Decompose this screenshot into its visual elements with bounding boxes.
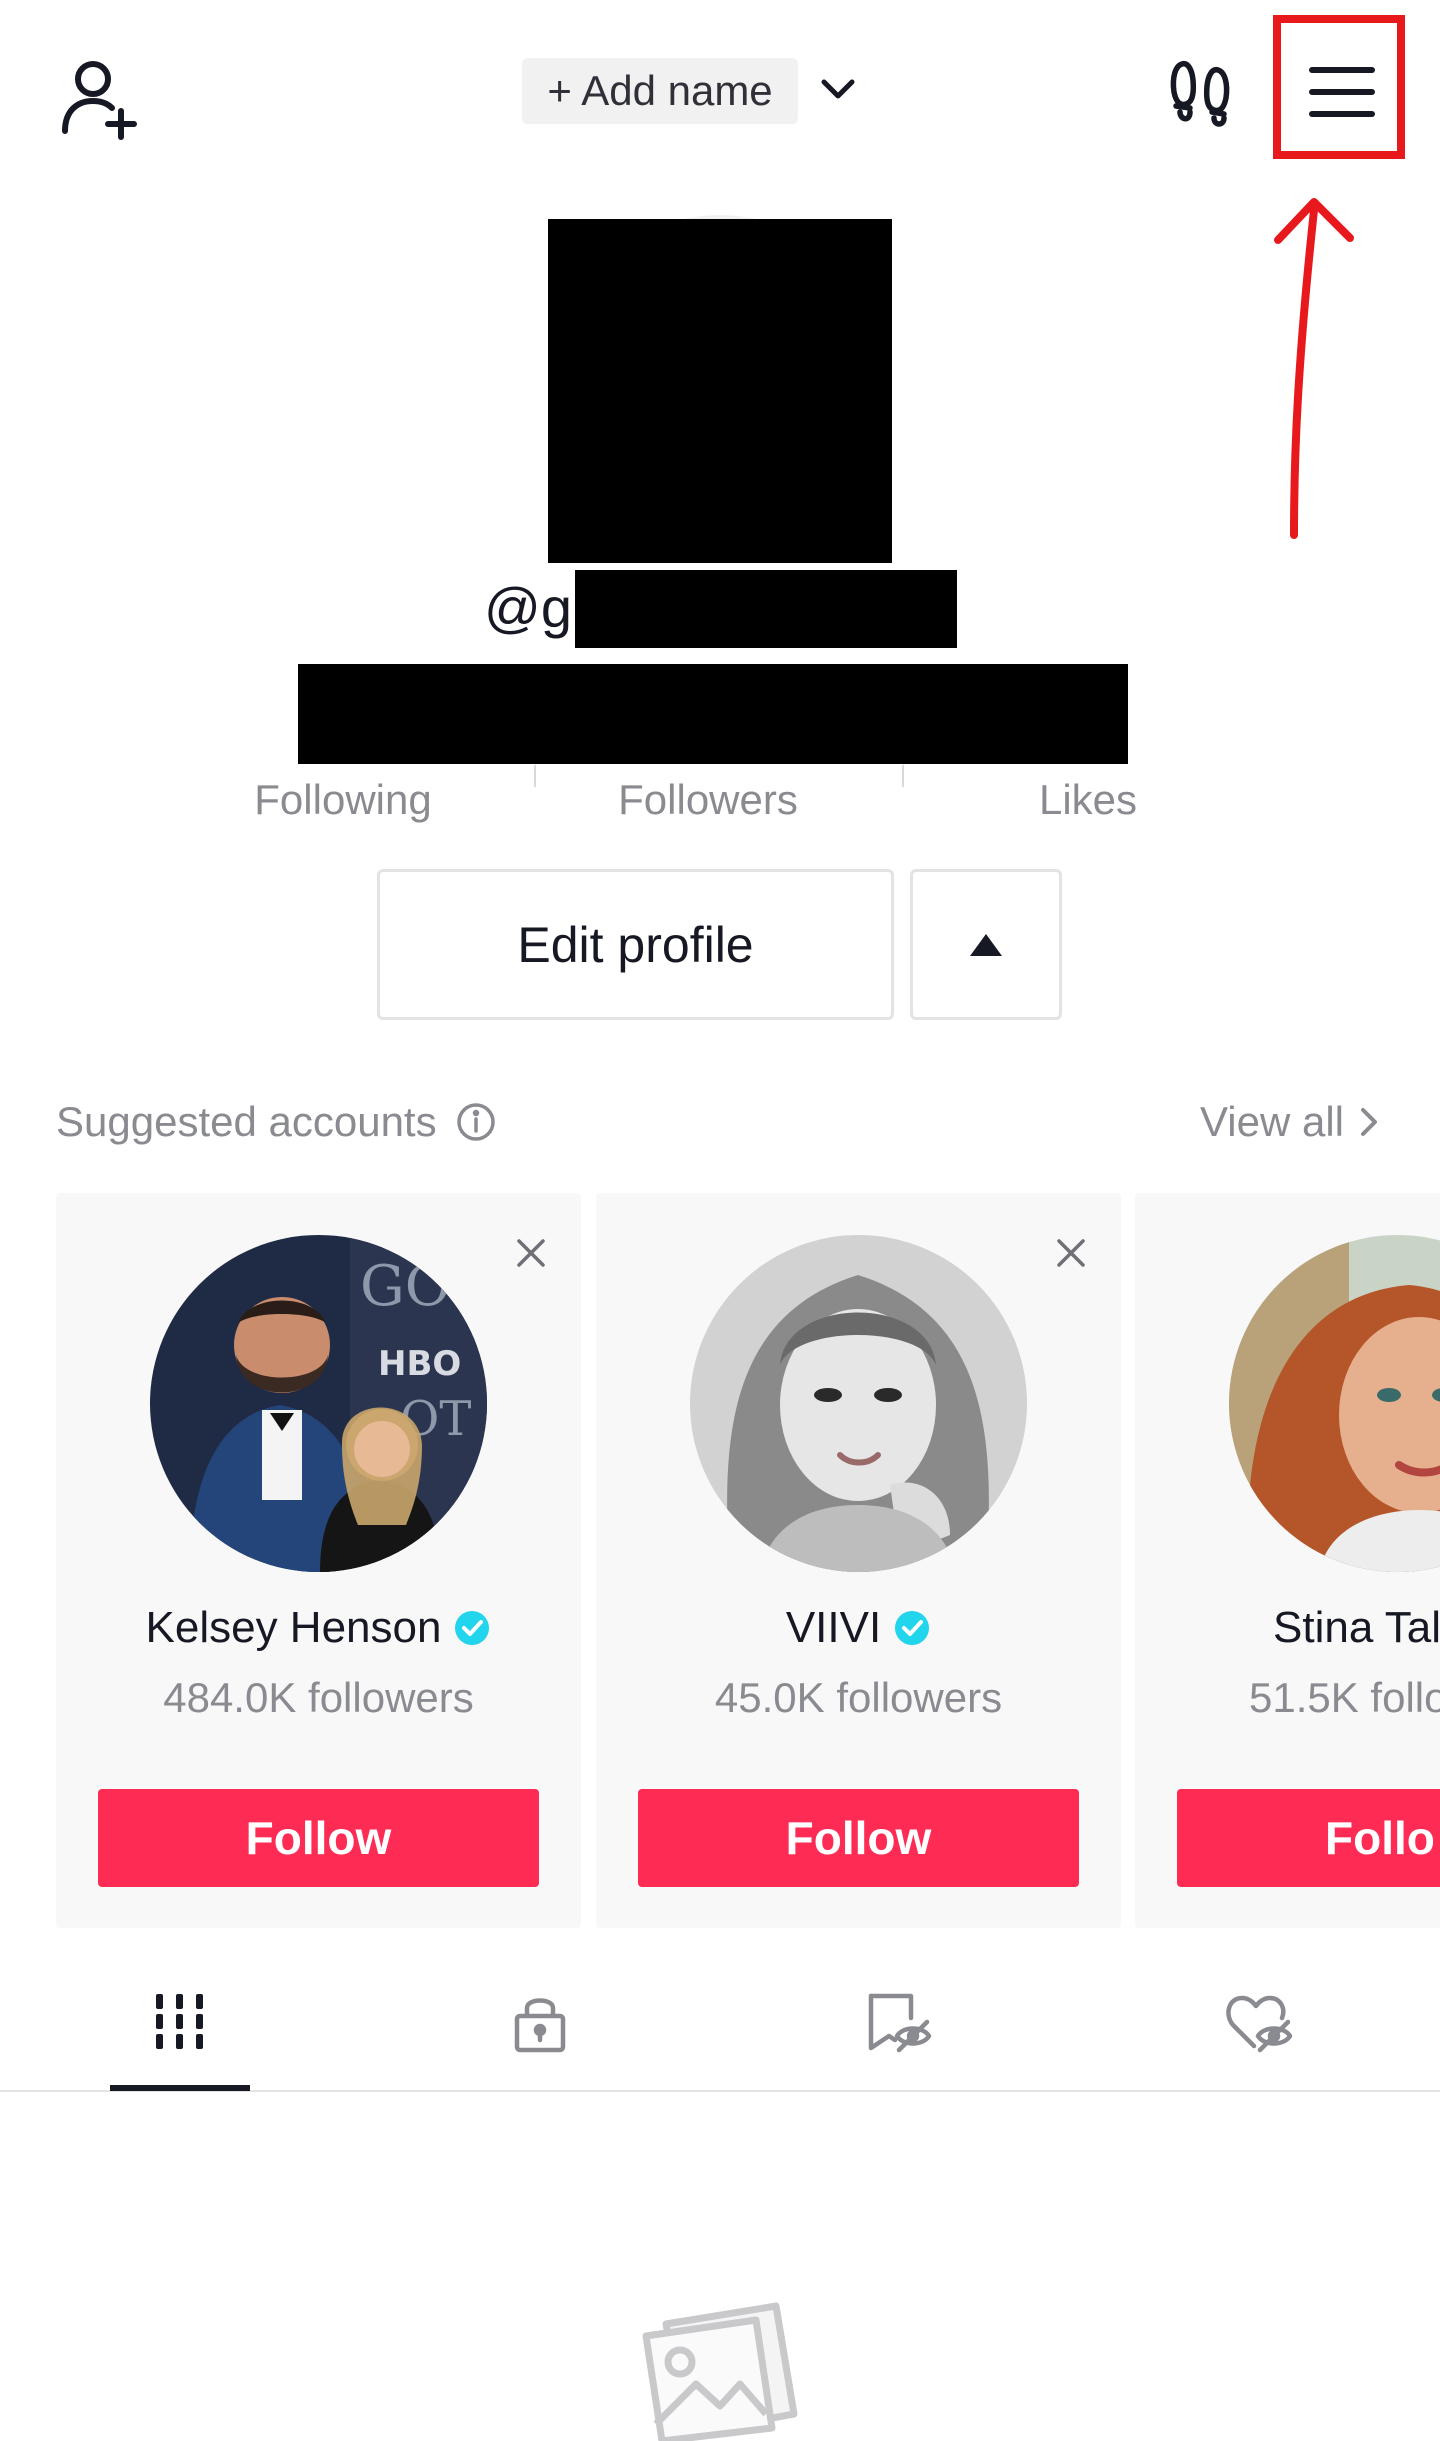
tab-private[interactable] (470, 1982, 610, 2062)
empty-gallery-icon (642, 2302, 798, 2441)
footprint-icon[interactable] (1160, 50, 1244, 134)
edit-profile-button[interactable]: Edit profile (377, 869, 894, 1020)
chevron-right-icon (1361, 1108, 1377, 1136)
verified-badge-icon (455, 1611, 490, 1645)
divider (902, 765, 904, 787)
divider (534, 765, 536, 787)
account-followers: 484.0K followers (163, 1674, 474, 1721)
tab-videos[interactable] (110, 1982, 250, 2062)
account-photo[interactable] (1229, 1235, 1440, 1572)
suggested-toggle-button[interactable] (910, 869, 1062, 1020)
add-name-label: + Add name (547, 67, 773, 114)
annotation-arrow (1274, 198, 1354, 539)
account-name-row: Kelsey Henson (56, 1593, 581, 1663)
add-user-icon[interactable] (48, 48, 148, 148)
suggested-account-card[interactable]: GO HBO OT Kelsey Henson 484.0K followers… (56, 1193, 581, 1928)
account-name-row: Stina Tal (1135, 1593, 1440, 1663)
account-name: Stina Tal (1273, 1603, 1440, 1652)
account-name-row: VIIVI (596, 1593, 1121, 1663)
chevron-down-icon[interactable] (810, 62, 866, 118)
account-photo[interactable] (690, 1235, 1027, 1572)
follow-button[interactable]: Follow (638, 1789, 1079, 1887)
view-all-label: View all (1200, 1098, 1344, 1145)
follow-button[interactable]: Follow (98, 1789, 539, 1887)
dismiss-icon[interactable] (509, 1231, 553, 1275)
account-followers: 45.0K followers (714, 1674, 1003, 1721)
info-icon[interactable] (455, 1101, 497, 1143)
svg-text:GO: GO (360, 1254, 451, 1319)
caret-up-icon (970, 933, 1002, 956)
tab-favorites[interactable] (830, 1982, 970, 2062)
follow-button[interactable]: Follo (1177, 1789, 1440, 1887)
videos-grid-icon (156, 1994, 203, 2049)
svg-text:HBO: HBO (378, 1344, 461, 1384)
profile-screen: + Add name @gu Followi (0, 0, 1440, 2441)
following-label[interactable]: Following (208, 765, 478, 835)
username: @gu (484, 576, 584, 639)
suggested-accounts-header: Suggested accounts (56, 1090, 497, 1154)
account-name: VIIVI (785, 1603, 882, 1652)
verified-badge-icon (895, 1611, 930, 1645)
content-tabs (0, 1960, 1440, 2092)
hidden-liked-icon (1226, 1995, 1293, 2053)
username-redaction (575, 570, 957, 648)
suggested-account-card[interactable]: Stina Tal 51.5K follo Follo (1135, 1193, 1440, 1928)
followers-label[interactable]: Followers (573, 765, 843, 835)
suggested-accounts-title: Suggested accounts (56, 1098, 437, 1145)
menu-highlight-box (1273, 15, 1405, 159)
dismiss-icon[interactable] (1049, 1231, 1093, 1275)
private-lock-icon (514, 1998, 566, 2053)
follow-label: Follo (1325, 1812, 1435, 1864)
account-name: Kelsey Henson (145, 1603, 442, 1652)
view-all-link[interactable]: View all (1200, 1090, 1380, 1154)
follow-label: Follow (245, 1812, 392, 1864)
stats-row: Following Followers Likes (168, 765, 1268, 835)
stats-redaction (298, 664, 1128, 764)
account-photo[interactable]: GO HBO OT (150, 1235, 487, 1572)
follow-label: Follow (785, 1812, 932, 1864)
add-name-button[interactable]: + Add name (522, 58, 798, 124)
edit-profile-label: Edit profile (517, 916, 754, 973)
suggested-account-card[interactable]: VIIVI 45.0K followers Follow (596, 1193, 1121, 1928)
hidden-bookmark-icon (868, 1993, 932, 2053)
account-followers: 51.5K follo (1249, 1674, 1440, 1721)
active-tab-indicator (110, 2085, 250, 2091)
tab-liked[interactable] (1190, 1982, 1330, 2062)
likes-label[interactable]: Likes (978, 765, 1198, 835)
avatar-redaction (548, 219, 892, 563)
